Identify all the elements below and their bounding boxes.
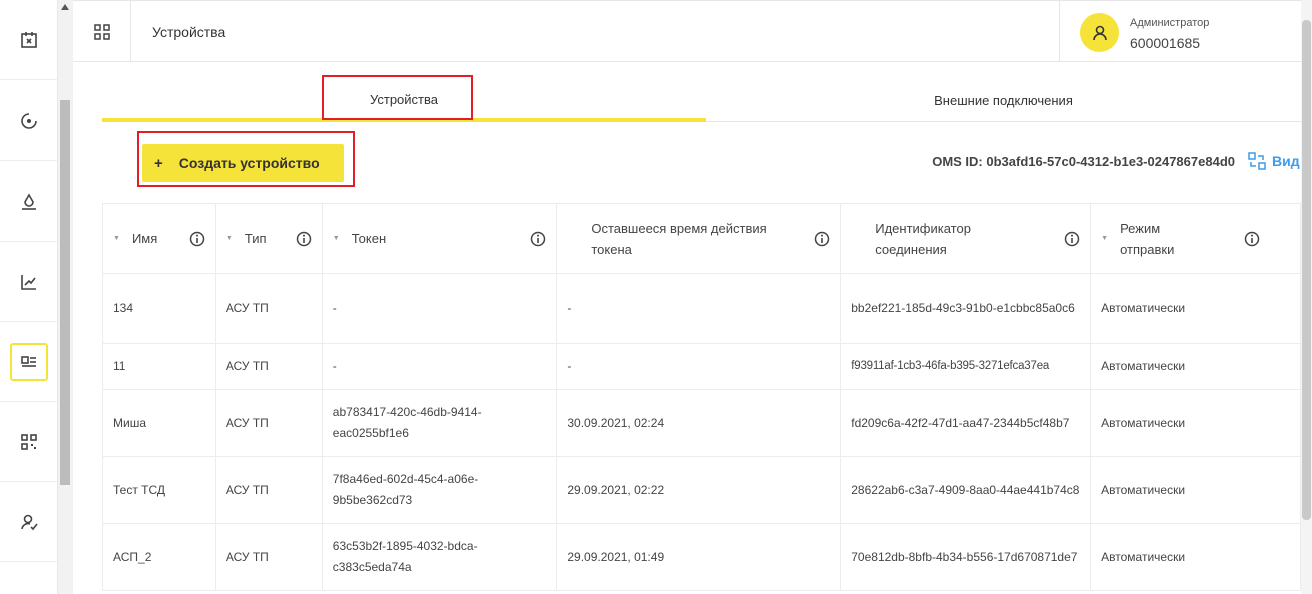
info-icon[interactable] [1244,231,1260,247]
sidebar-item-devices[interactable] [0,322,58,402]
sidebar-item-stats[interactable] [0,242,58,322]
drop-icon [22,192,36,210]
cell-connection-id: bb2ef221-185d-49c3-91b0-e1cbbc85a0c6 [840,273,1092,344]
cell-name: Тест ТСД [102,456,216,524]
main-panel: Устройства Внешние подключения + Создать… [102,62,1301,594]
cell-send-mode: Автоматически [1090,523,1301,591]
cell-token: 7f8a46ed-602d-45c4-a06e-9b5be362cd73 [321,456,558,524]
info-icon[interactable] [814,231,830,247]
cell-type: АСУ ТП [214,273,323,344]
cell-name: Миша [102,389,216,457]
sort-icon[interactable]: ▼ [1101,228,1108,249]
avatar[interactable] [1080,13,1119,52]
list-card-icon [21,355,36,367]
view-button[interactable]: Вид [1248,152,1300,170]
user-menu[interactable]: Администратор 600001685 [1059,1,1301,62]
cell-token: 63c53b2f-1895-4032-bdca-c383c5eda74a [321,523,558,591]
scrollbar-thumb[interactable] [60,100,70,485]
sidebar-item-emission[interactable] [0,162,58,242]
user-check-icon [21,514,38,530]
view-label: Вид [1272,153,1300,169]
cell-token-lifetime: 29.09.2021, 01:49 [556,523,842,591]
sidebar [0,0,58,594]
table-row[interactable]: Миша АСУ ТП ab783417-420c-46db-9414-eac0… [102,389,1301,457]
column-header-token-lifetime[interactable]: Оставшееся время действия токена [556,203,842,274]
info-icon[interactable] [1064,231,1080,247]
tabs: Устройства Внешние подключения [102,62,1301,122]
cell-token: - [321,273,558,344]
target-icon [21,112,37,129]
cell-name: 11 [102,343,216,390]
cell-token: - [321,343,558,390]
cell-send-mode: Автоматически [1090,389,1301,457]
cell-type: АСУ ТП [214,343,323,390]
cell-type: АСУ ТП [214,523,323,591]
table-header-row: ▼ Имя ▼ Тип ▼ Токен Оставшееся время действ… [102,203,1301,274]
sort-icon[interactable]: ▼ [226,228,233,249]
sidebar-item-codes[interactable] [0,81,58,161]
sort-icon[interactable]: ▼ [113,228,120,249]
page-scrollbar-thumb[interactable] [1302,20,1311,520]
sidebar-item-reports[interactable] [0,0,58,80]
column-header-send-mode[interactable]: ▼ Режим отправки [1090,203,1301,274]
page-scrollbar[interactable] [1301,0,1312,594]
scroll-up-icon[interactable] [61,4,69,10]
active-indicator [10,342,48,381]
view-switch-icon [1248,152,1266,170]
cell-token-lifetime: 30.09.2021, 02:24 [556,389,842,457]
highlight-box-create [137,131,355,187]
cell-token: ab783417-420c-46db-9414-eac0255bf1e6 [321,389,558,457]
user-icon [1092,25,1107,40]
info-icon[interactable] [296,231,312,247]
cell-send-mode: Автоматически [1090,343,1301,390]
sidebar-item-qr[interactable] [0,402,58,482]
highlight-box-tab [322,75,473,120]
devices-table: ▼ Имя ▼ Тип ▼ Токен Оставшееся время действ… [102,203,1301,591]
tab-external-connections[interactable]: Внешние подключения [706,62,1301,122]
cell-connection-id: f93911af-1cb3-46fa-b395-3271efca37ea [840,343,1092,390]
table-row[interactable]: Тест ТСД АСУ ТП 7f8a46ed-602d-45c4-a06e-… [102,456,1301,524]
top-bar: Устройства Администратор 600001685 [73,0,1301,62]
cell-token-lifetime: 29.09.2021, 02:22 [556,456,842,524]
cell-connection-id: fd209c6a-42f2-47d1-aa47-2344b5cf48b7 [840,389,1092,457]
qr-icon [21,433,37,450]
column-header-type[interactable]: ▼ Тип [214,203,323,274]
table-row[interactable]: 11 АСУ ТП - - f93911af-1cb3-46fa-b395-32… [102,343,1301,390]
user-id: 600001685 [1130,35,1201,51]
cell-token-lifetime: - [556,273,842,344]
column-header-name[interactable]: ▼ Имя [102,203,216,274]
column-header-connection-id[interactable]: Идентификатор соединения [840,203,1092,274]
page-title: Устройства [152,24,226,40]
calendar-x-icon [21,31,37,48]
cell-token-lifetime: - [556,343,842,390]
apps-button[interactable] [73,1,131,62]
sidebar-scrollbar[interactable] [58,0,73,594]
cell-connection-id: 70e812db-8bfb-4b34-b556-17d670871de7 [840,523,1092,591]
cell-type: АСУ ТП [214,389,323,457]
sidebar-item-users[interactable] [0,482,58,562]
user-role: Администратор [1130,17,1210,29]
column-header-token[interactable]: ▼ Токен [321,203,558,274]
info-icon[interactable] [530,231,546,247]
cell-send-mode: Автоматически [1090,273,1301,344]
table-row[interactable]: АСП_2 АСУ ТП 63c53b2f-1895-4032-bdca-c38… [102,523,1301,591]
table-row[interactable]: 134 АСУ ТП - - bb2ef221-185d-49c3-91b0-e… [102,273,1301,344]
cell-name: АСП_2 [102,523,216,591]
toolbar: + Создать устройство OMS ID: 0b3afd16-57… [102,122,1301,202]
grid-icon [93,23,110,40]
sort-icon[interactable]: ▼ [333,228,340,249]
info-icon[interactable] [189,231,205,247]
cell-send-mode: Автоматически [1090,456,1301,524]
cell-type: АСУ ТП [214,456,323,524]
cell-connection-id: 28622ab6-c3a7-4909-8aa0-44ae441b74c8 [840,456,1092,524]
oms-id: OMS ID: 0b3afd16-57c0-4312-b1e3-0247867e… [932,154,1235,169]
chart-icon [21,274,36,290]
cell-name: 134 [102,273,216,344]
